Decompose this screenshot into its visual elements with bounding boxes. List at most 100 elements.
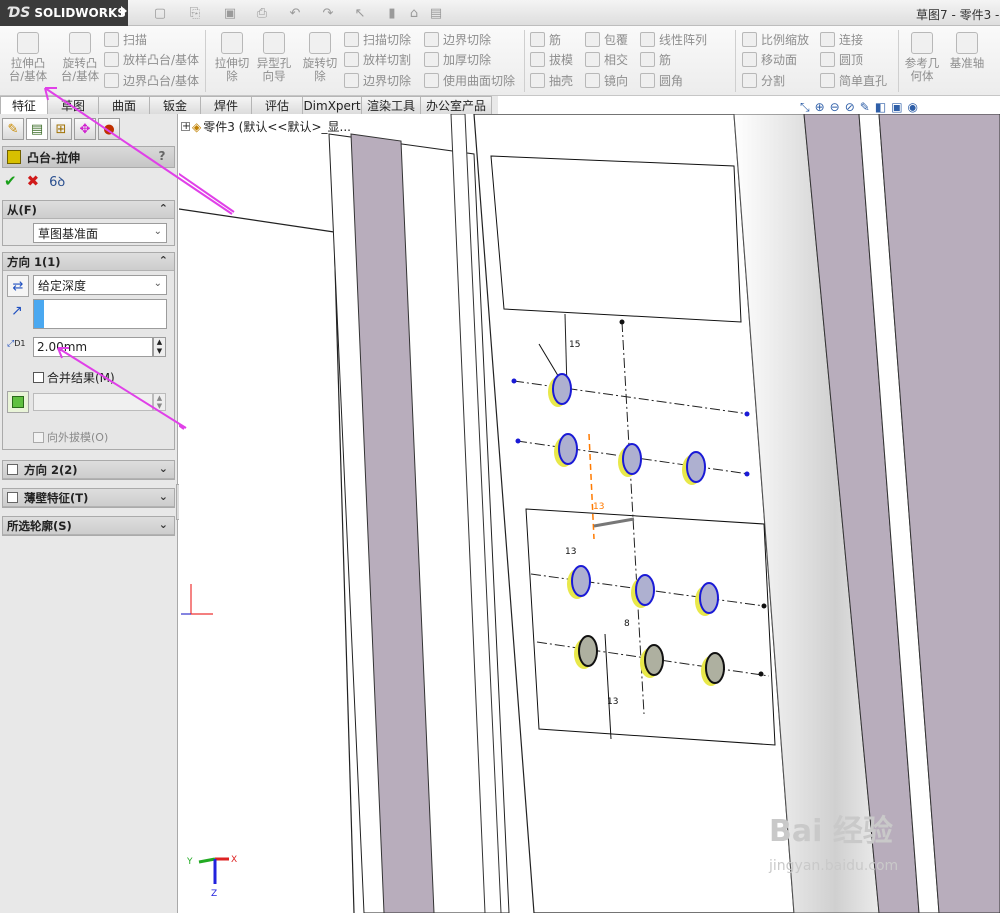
selected-contours-group[interactable]: 所选轮廓(S) ⌄ [2,516,175,536]
draft-outward-checkbox[interactable]: 向外拔模(O) [33,429,108,445]
sweep-cut-button[interactable]: 扫描切除 [344,30,411,48]
surface-cut-button[interactable]: 使用曲面切除 [424,71,515,89]
tab-sketch[interactable]: 草图 [47,96,99,114]
tab-render-tools[interactable]: 渲染工具 [361,96,421,114]
ref-geometry-button[interactable]: 参考几 何体 [898,30,946,92]
revolve-cut-button[interactable]: 旋转切 除 [294,30,346,92]
feature-tree-tab-icon[interactable]: ✎ [2,118,24,140]
tab-surface[interactable]: 曲面 [98,96,150,114]
expand-icon[interactable]: ⌄ [159,462,168,475]
expand-plus-icon[interactable]: + [181,122,190,132]
loft-cut-button[interactable]: 放样切割 [344,50,411,68]
hide-show-icon[interactable]: ◉ [908,100,918,116]
scale-button[interactable]: 比例缩放 [742,30,809,48]
help-icon[interactable]: ? [154,149,170,165]
view-orientation-icon[interactable]: ◧ [875,100,886,116]
move-face-button[interactable]: 移动面 [742,50,797,68]
collapse-icon[interactable]: ⌃ [159,202,168,215]
from-group-header[interactable]: 从(F) ⌃ [3,201,174,219]
redo-icon[interactable]: ↷ [318,4,338,22]
connect-button[interactable]: 连接 [820,30,863,48]
solidworks-logo[interactable]: ƊS SOLIDWORKS [0,0,128,26]
open-icon[interactable]: ⎘ [185,4,205,22]
shell-button[interactable]: 抽壳 [530,71,573,89]
fillet-button[interactable]: 圆角 [640,71,683,89]
tab-evaluate[interactable]: 评估 [251,96,303,114]
part-face-left [179,209,354,913]
direction2-checkbox[interactable] [7,464,18,475]
sweep-button[interactable]: 扫描 [104,30,147,48]
expand-icon[interactable]: ⌄ [159,490,168,503]
direction-vector-field[interactable] [33,299,167,329]
wrap-button[interactable]: 包覆 [585,30,628,48]
previous-view-icon[interactable]: ⊖ [830,100,840,116]
thin-feature-checkbox[interactable] [7,492,18,503]
thicken-cut-button[interactable]: 加厚切除 [424,50,491,68]
tab-dimxpert[interactable]: DimXpert [302,96,362,114]
graphics-area[interactable]: 15 13 13 13 8 X Y Z + ◈ 零件3 (默认<<默认>_显..… [179,114,1000,913]
save-icon[interactable]: ▣ [220,4,240,22]
ref-axis-button[interactable]: 基准轴 [944,30,990,92]
end-condition-select[interactable]: 给定深度 ⌄ [33,275,167,295]
undo-icon[interactable]: ↶ [285,4,305,22]
loft-boss-button[interactable]: 放样凸台/基体 [104,50,199,68]
menu-arrow-icon[interactable] [121,6,127,16]
new-icon[interactable]: ▢ [150,4,170,22]
from-select[interactable]: 草图基准面 ⌄ [33,223,167,243]
rib-button[interactable]: 筋 [530,30,561,48]
selected-contours-header[interactable]: 所选轮廓(S) ⌄ [3,517,174,535]
file-props-icon[interactable]: ⌂ [404,4,424,22]
section-view-icon[interactable]: ⊘ [845,100,855,116]
ok-icon[interactable]: ✔ [4,172,17,190]
selection-color-bar [34,300,44,328]
revolve-boss-button[interactable]: 旋转凸 台/基体 [54,30,106,92]
expand-icon[interactable]: ⌄ [159,518,168,531]
extrude-boss-button[interactable]: 拉伸凸 台/基体 [2,30,54,92]
property-manager-tab-icon[interactable]: ▤ [26,118,48,140]
tab-sheet-metal[interactable]: 钣金 [149,96,201,114]
direction2-header[interactable]: 方向 2(2) ⌄ [3,461,174,479]
draft-button[interactable]: 拔模 [530,50,573,68]
rib-2-button[interactable]: 筋 [640,50,671,68]
display-manager-tab-icon[interactable]: ● [98,118,120,140]
split-button[interactable]: 分割 [742,71,785,89]
simple-hole-button[interactable]: 简单直孔 [820,71,887,89]
mirror-button[interactable]: 镜向 [585,71,628,89]
cancel-icon[interactable]: ✖ [27,172,40,190]
boundary-cut-2-button[interactable]: 边界切除 [424,30,491,48]
boundary-cut-button[interactable]: 边界切除 [344,71,411,89]
tab-features[interactable]: 特征 [0,96,48,114]
direction1-header[interactable]: 方向 1(1) ⌃ [3,253,174,271]
display-style-icon[interactable]: ▣ [891,100,902,116]
zoom-area-icon[interactable]: ⊕ [815,100,825,116]
thin-feature-header[interactable]: 薄壁特征(T) ⌄ [3,489,174,507]
tab-office-products[interactable]: 办公室产品 [420,96,492,114]
rebuild-icon[interactable]: ▮ [382,4,402,22]
dimxpert-tab-icon[interactable]: ✥ [74,118,96,140]
preview-icon[interactable]: 6ꝺ [49,172,65,190]
zoom-fit-icon[interactable]: ⤡ [800,100,810,116]
boundary-boss-button[interactable]: 边界凸台/基体 [104,71,199,89]
collapse-icon[interactable]: ⌃ [159,254,168,267]
depth-input[interactable]: 2.00mm [33,337,153,357]
direction2-group[interactable]: 方向 2(2) ⌄ [2,460,175,480]
hole-wizard-button[interactable]: 异型孔 向导 [248,30,300,92]
feature-tree-flyout[interactable]: + ◈ 零件3 (默认<<默认>_显... [181,118,351,135]
print-icon[interactable]: ⎙ [252,4,272,22]
draft-angle-input[interactable] [33,393,153,411]
select-icon[interactable]: ↖ [350,4,370,22]
draft-toggle-icon[interactable] [7,391,29,413]
linear-pattern-button[interactable]: 线性阵列 [640,30,707,48]
draft-angle-spinner[interactable]: ▲ ▼ [153,393,166,411]
thin-feature-group[interactable]: 薄壁特征(T) ⌄ [2,488,175,508]
config-manager-tab-icon[interactable]: ⊞ [50,118,72,140]
depth-spinner[interactable]: ▲ ▼ [153,337,166,357]
dynamic-annotation-icon[interactable]: ✎ [860,100,870,116]
tab-weldments[interactable]: 焊件 [200,96,252,114]
chevron-down-icon: ⌄ [153,278,162,289]
dome-button[interactable]: 圆顶 [820,50,863,68]
options-icon[interactable]: ▤ [426,4,446,22]
merge-result-checkbox[interactable]: 合并结果(M) [33,369,115,386]
reverse-direction-icon[interactable]: ⇄ [7,275,29,297]
intersect-button[interactable]: 相交 [585,50,628,68]
